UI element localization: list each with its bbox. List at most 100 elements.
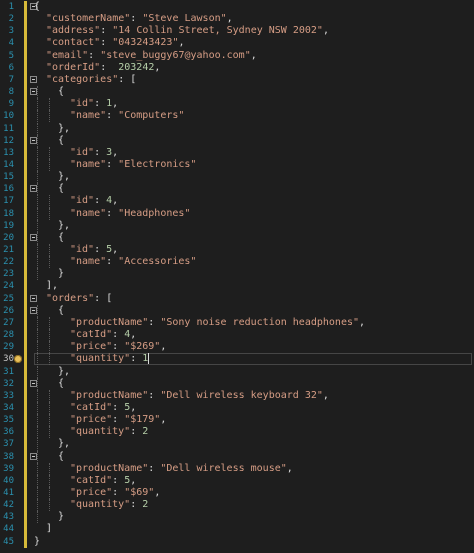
- code-line[interactable]: 25 "orders": [: [0, 293, 474, 305]
- collapse-icon[interactable]: [30, 136, 37, 144]
- code-text[interactable]: "orderId": 203242,: [46, 62, 160, 74]
- code-text[interactable]: "productName": "Dell wireless mouse",: [70, 463, 293, 475]
- collapse-icon[interactable]: [30, 233, 37, 241]
- code-line[interactable]: 26 {: [0, 304, 474, 317]
- code-text[interactable]: "orders": [: [46, 293, 112, 305]
- collapse-icon[interactable]: [30, 185, 37, 193]
- code-text[interactable]: "catId": 4,: [70, 329, 136, 341]
- code-text[interactable]: "customerName": "Steve Lawson",: [46, 13, 233, 25]
- code-line[interactable]: 8{: [0, 86, 474, 99]
- code-line[interactable]: 43}: [0, 511, 474, 524]
- code-line[interactable]: 37},: [0, 438, 474, 451]
- code-line[interactable]: 18 "name": "Headphones": [0, 207, 474, 220]
- code-line[interactable]: 15},: [0, 171, 474, 184]
- code-text[interactable]: "id": 1,: [70, 98, 118, 110]
- code-text[interactable]: {: [58, 451, 64, 463]
- code-line[interactable]: 6 "orderId": 203242,: [0, 62, 474, 74]
- lightbulb-icon[interactable]: [14, 355, 22, 364]
- code-line[interactable]: 40 "catId": 5,: [0, 474, 474, 487]
- code-text[interactable]: "id": 3,: [70, 147, 118, 159]
- code-line[interactable]: 27 "productName": "Sony noise reduction h…: [0, 316, 474, 330]
- code-text[interactable]: "contact": "043243423",: [46, 37, 185, 49]
- code-text[interactable]: "catId": 5,: [70, 402, 136, 414]
- code-text[interactable]: },: [58, 438, 70, 450]
- collapse-icon[interactable]: [30, 379, 37, 387]
- code-line[interactable]: 20 {: [0, 231, 474, 244]
- code-line[interactable]: 3 "address": "14 Collin Street, Sydney NS…: [0, 25, 474, 37]
- code-line[interactable]: 28 "catId": 4,: [0, 329, 474, 342]
- code-text[interactable]: }: [58, 268, 64, 280]
- code-line[interactable]: 9 "id": 1,: [0, 98, 474, 111]
- code-text[interactable]: "catId": 5,: [70, 475, 136, 487]
- code-line[interactable]: 36 "quantity": 2: [0, 426, 474, 439]
- code-text[interactable]: {: [58, 183, 64, 195]
- collapse-icon[interactable]: [30, 75, 37, 83]
- code-text[interactable]: "id": 4,: [70, 195, 118, 207]
- code-line[interactable]: 39 "productName": "Dell wireless mouse",: [0, 462, 474, 475]
- code-line[interactable]: 41 "price": "$69",: [0, 487, 474, 500]
- code-text[interactable]: },: [58, 366, 70, 378]
- code-text[interactable]: "productName": "Sony noise reduction hea…: [70, 317, 365, 329]
- code-editor[interactable]: 1{2 "customerName": "Steve Lawson", 3 "addr…: [0, 0, 474, 553]
- code-text[interactable]: "quantity": 1: [70, 353, 148, 365]
- code-line[interactable]: 10 "name": "Computers": [0, 110, 474, 123]
- code-line[interactable]: 7 "categories": [: [0, 74, 474, 86]
- code-text[interactable]: "id": 5,: [70, 244, 118, 256]
- code-line[interactable]: 42 "quantity": 2: [0, 499, 474, 512]
- code-line[interactable]: 12 {: [0, 134, 474, 147]
- code-line[interactable]: 24],: [0, 280, 474, 292]
- code-text[interactable]: }: [34, 536, 40, 548]
- code-line[interactable]: 23}: [0, 268, 474, 281]
- code-text[interactable]: "quantity": 2: [70, 426, 148, 438]
- code-text[interactable]: "name": "Electronics": [70, 159, 196, 171]
- code-line[interactable]: 34 "catId": 5,: [0, 401, 474, 415]
- code-text[interactable]: "name": "Headphones": [70, 208, 190, 220]
- code-line[interactable]: 19},: [0, 219, 474, 232]
- code-text[interactable]: "name": "Accessories": [70, 256, 196, 268]
- code-line[interactable]: 5 "email": "steve_buggy67@yahoo.com",: [0, 50, 474, 62]
- code-text[interactable]: "productName": "Dell wireless keyboard 3…: [70, 390, 329, 402]
- code-line[interactable]: 21 "id": 5,: [0, 244, 474, 257]
- code-text[interactable]: {: [34, 1, 40, 13]
- collapse-icon[interactable]: [30, 294, 37, 302]
- code-text[interactable]: },: [58, 123, 70, 135]
- code-text[interactable]: }: [58, 511, 64, 523]
- code-line[interactable]: 17 "id": 4,: [0, 195, 474, 208]
- code-text[interactable]: },: [58, 171, 70, 183]
- code-line[interactable]: 30 "quantity": 1: [0, 353, 474, 366]
- collapse-icon[interactable]: [30, 306, 37, 314]
- code-text[interactable]: "quantity": 2: [70, 499, 148, 511]
- code-line[interactable]: 14 "name": "Electronics": [0, 158, 474, 172]
- code-text[interactable]: {: [58, 378, 64, 390]
- code-text[interactable]: },: [58, 220, 70, 232]
- code-text[interactable]: {: [58, 86, 64, 98]
- code-line[interactable]: 22 "name": "Accessories": [0, 256, 474, 269]
- code-text[interactable]: "categories": [: [46, 74, 136, 86]
- code-line[interactable]: 33 "productName": "Dell wireless keyboard…: [0, 389, 474, 402]
- code-text[interactable]: {: [58, 232, 64, 244]
- code-line[interactable]: 1{: [0, 1, 474, 13]
- code-text[interactable]: ],: [46, 280, 58, 292]
- code-line[interactable]: 4 "contact": "043243423",: [0, 37, 474, 49]
- code-text[interactable]: "price": "$269",: [70, 341, 166, 353]
- collapse-icon[interactable]: [30, 452, 37, 460]
- code-text[interactable]: "name": "Computers": [70, 110, 184, 122]
- code-line[interactable]: 16 {: [0, 183, 474, 196]
- code-text[interactable]: "email": "steve_buggy67@yahoo.com",: [46, 50, 257, 62]
- code-text[interactable]: {: [58, 135, 64, 147]
- code-line[interactable]: 11},: [0, 122, 474, 135]
- code-line[interactable]: 45}: [0, 536, 474, 548]
- collapse-icon[interactable]: [30, 88, 37, 96]
- code-text[interactable]: "address": "14 Collin Street, Sydney NSW…: [46, 25, 329, 37]
- code-line[interactable]: 2 "customerName": "Steve Lawson",: [0, 13, 474, 25]
- code-line[interactable]: 35 "price": "$179",: [0, 414, 474, 427]
- code-text[interactable]: ]: [46, 523, 52, 535]
- code-line[interactable]: 29 "price": "$269",: [0, 341, 474, 354]
- code-line[interactable]: 13 "id": 3,: [0, 146, 474, 159]
- code-line[interactable]: 32 {: [0, 377, 474, 390]
- code-line[interactable]: 31},: [0, 365, 474, 378]
- code-line[interactable]: 38 {: [0, 450, 474, 463]
- code-text[interactable]: "price": "$179",: [70, 414, 166, 426]
- code-text[interactable]: "price": "$69",: [70, 487, 160, 499]
- code-line[interactable]: 44]: [0, 523, 474, 535]
